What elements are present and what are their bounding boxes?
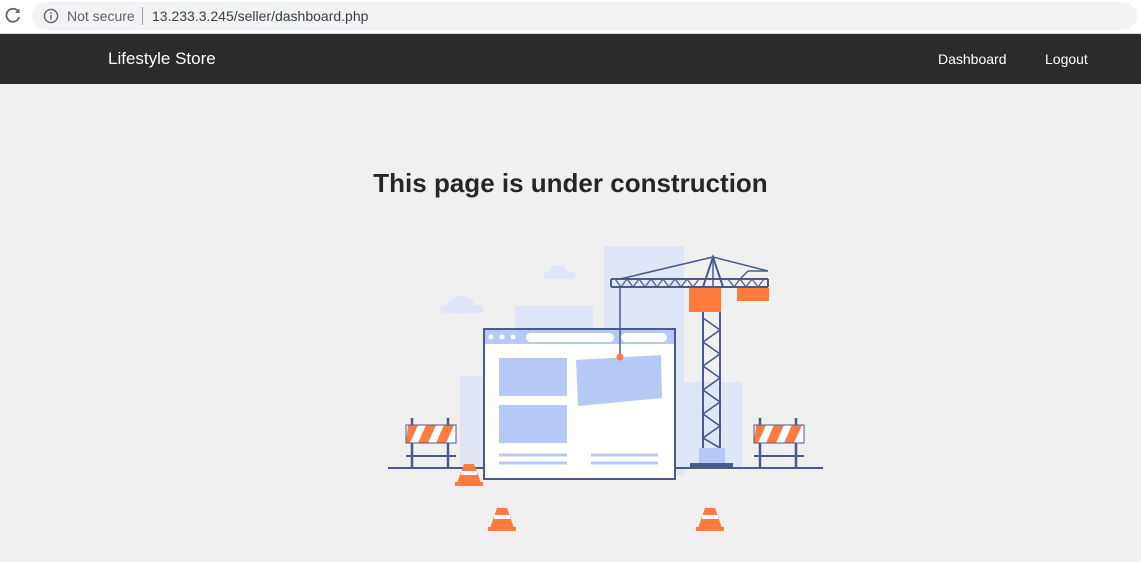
traffic-cone-icon — [488, 508, 516, 531]
cloud-icon — [440, 296, 484, 314]
barricade-icon — [753, 418, 805, 468]
barricade-icon — [405, 418, 457, 468]
under-construction-illustration — [388, 246, 823, 531]
traffic-cone-icon — [696, 508, 724, 531]
cloud-icon — [543, 265, 576, 279]
